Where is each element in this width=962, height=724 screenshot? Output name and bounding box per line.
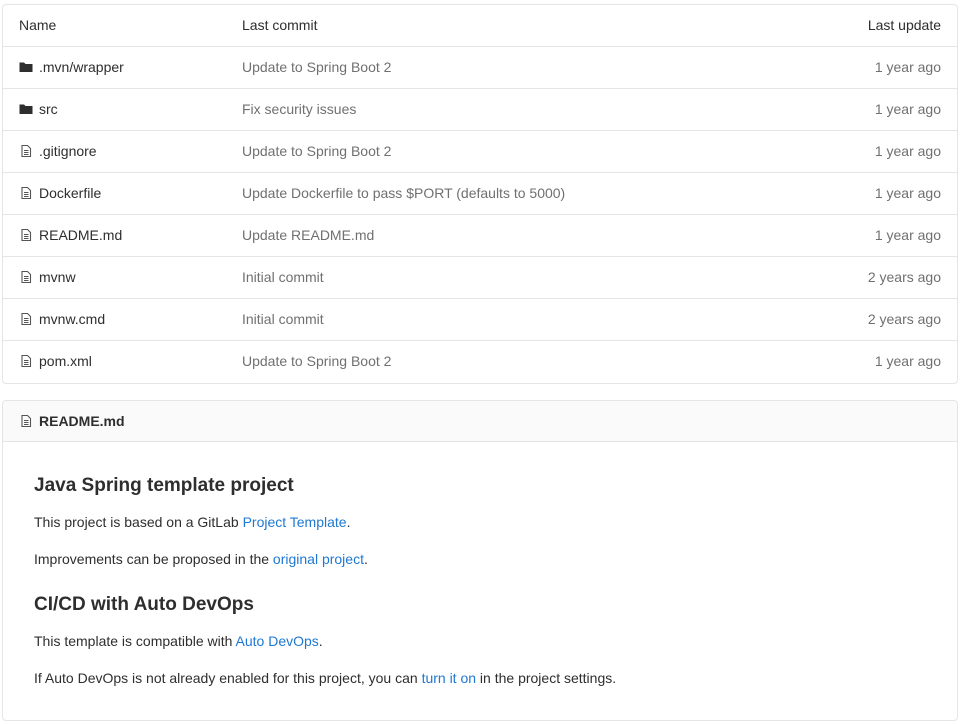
folder-icon <box>19 62 33 72</box>
last-update-time: 2 years ago <box>867 311 941 327</box>
file-name-cell: Dockerfile <box>19 173 101 214</box>
paragraph-text: in the project settings. <box>476 670 617 686</box>
table-row: .mvn/wrapper Update to Spring Boot 2 1 yea… <box>3 47 957 89</box>
original-project-link[interactable]: original project <box>273 551 364 567</box>
paragraph-text: If Auto DevOps is not already enabled fo… <box>34 670 422 686</box>
readme-panel: README.md Java Spring template project T… <box>2 400 958 721</box>
file-name-link[interactable]: Dockerfile <box>39 185 101 201</box>
last-commit-link[interactable]: Update to Spring Boot 2 <box>242 341 391 382</box>
file-icon <box>21 144 32 158</box>
table-row: mvnw Initial commit 2 years ago <box>3 257 957 299</box>
readme-paragraph-2: Improvements can be proposed in the orig… <box>34 551 368 567</box>
column-header-last-update: Last update <box>867 17 941 33</box>
file-icon <box>21 228 32 242</box>
last-commit-link[interactable]: Update to Spring Boot 2 <box>242 47 391 88</box>
file-name-link[interactable]: pom.xml <box>39 353 92 369</box>
file-icon <box>21 414 32 428</box>
last-update-time: 1 year ago <box>874 101 941 117</box>
file-name-link[interactable]: mvnw.cmd <box>39 311 105 327</box>
paragraph-text: . <box>363 551 368 567</box>
readme-heading-2: CI/CD with Auto DevOps <box>34 594 254 615</box>
file-name-link[interactable]: .gitignore <box>39 143 97 159</box>
last-update-time: 1 year ago <box>874 353 941 369</box>
paragraph-text: This project is based on a GitLab <box>34 514 243 530</box>
file-icon <box>21 312 32 326</box>
file-tree-table: Name Last commit Last update .mvn/wrappe… <box>2 4 958 384</box>
paragraph-text: This template is compatible with <box>34 633 236 649</box>
readme-header: README.md <box>3 401 957 442</box>
file-icon <box>21 354 32 368</box>
last-update-time: 1 year ago <box>874 185 941 201</box>
column-header-last-commit: Last commit <box>242 17 318 33</box>
readme-file-name[interactable]: README.md <box>39 413 125 429</box>
file-name-link[interactable]: README.md <box>39 227 122 243</box>
file-name-link[interactable]: .mvn/wrapper <box>39 59 124 75</box>
file-icon <box>21 270 32 284</box>
file-name-link[interactable]: mvnw <box>39 269 76 285</box>
last-commit-link[interactable]: Update Dockerfile to pass $PORT (default… <box>242 173 565 214</box>
readme-paragraph-1: This project is based on a GitLab Projec… <box>34 514 350 530</box>
table-rows: .mvn/wrapper Update to Spring Boot 2 1 yea… <box>3 47 957 383</box>
table-row: .gitignore Update to Spring Boot 2 1 year … <box>3 131 957 173</box>
folder-icon <box>19 104 33 114</box>
file-name-cell: mvnw.cmd <box>19 299 105 340</box>
readme-heading-1: Java Spring template project <box>34 475 294 496</box>
last-update-time: 1 year ago <box>874 59 941 75</box>
file-name-cell: pom.xml <box>19 341 92 382</box>
file-name-cell: .gitignore <box>19 131 97 172</box>
column-header-name: Name <box>19 17 57 33</box>
last-update-time: 2 years ago <box>867 269 941 285</box>
table-header: Name Last commit Last update <box>3 5 957 47</box>
paragraph-text: Improvements can be proposed in the <box>34 551 273 567</box>
project-template-link[interactable]: Project Template <box>243 514 347 530</box>
last-update-time: 1 year ago <box>874 227 941 243</box>
last-commit-link[interactable]: Update README.md <box>242 215 374 256</box>
last-commit-link[interactable]: Fix security issues <box>242 89 356 130</box>
turn-it-on-link[interactable]: turn it on <box>422 670 476 686</box>
file-name-cell: .mvn/wrapper <box>19 47 124 88</box>
table-row: Dockerfile Update Dockerfile to pass $POR… <box>3 173 957 215</box>
paragraph-text: . <box>318 633 323 649</box>
file-name-cell: mvnw <box>19 257 76 298</box>
file-icon <box>21 186 32 200</box>
last-update-time: 1 year ago <box>874 143 941 159</box>
file-name-cell: src <box>19 89 58 130</box>
table-row: pom.xml Update to Spring Boot 2 1 year ago <box>3 341 957 383</box>
last-commit-link[interactable]: Update to Spring Boot 2 <box>242 131 391 172</box>
paragraph-text: . <box>346 514 351 530</box>
last-commit-link[interactable]: Initial commit <box>242 299 324 340</box>
readme-paragraph-3: This template is compatible with Auto De… <box>34 633 323 649</box>
table-row: src Fix security issues 1 year ago <box>3 89 957 131</box>
file-name-cell: README.md <box>19 215 122 256</box>
table-row: mvnw.cmd Initial commit 2 years ago <box>3 299 957 341</box>
last-commit-link[interactable]: Initial commit <box>242 257 324 298</box>
readme-paragraph-4: If Auto DevOps is not already enabled fo… <box>34 670 616 686</box>
file-name-link[interactable]: src <box>39 101 58 117</box>
auto-devops-link[interactable]: Auto DevOps <box>236 633 319 649</box>
table-row: README.md Update README.md 1 year ago <box>3 215 957 257</box>
